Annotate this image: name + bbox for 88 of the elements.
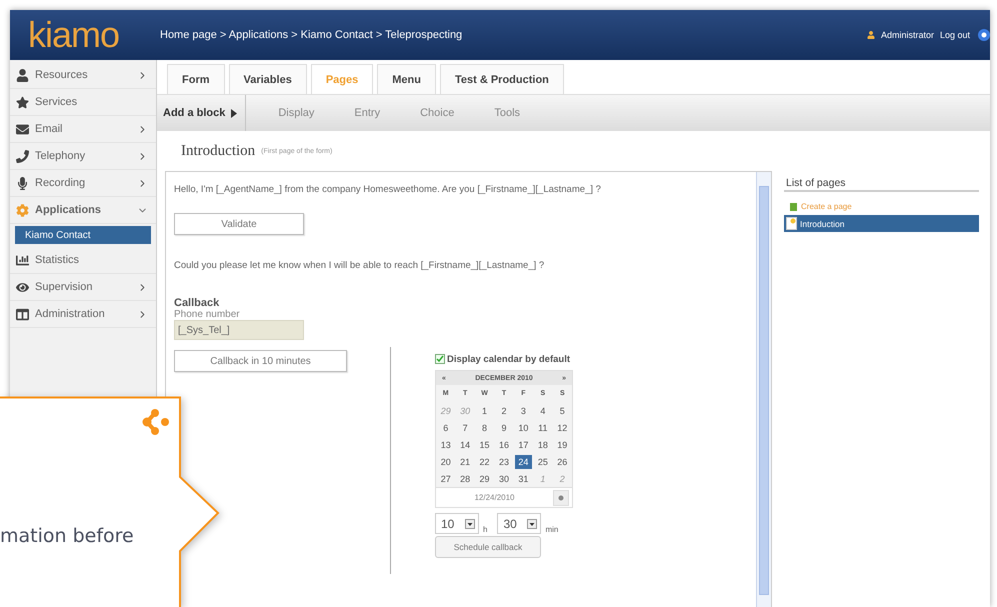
sidebar-item[interactable]: Administration (10, 301, 156, 328)
sidebar-item[interactable]: Services (10, 89, 156, 116)
calendar-day[interactable]: 20 (437, 454, 454, 468)
calendar-day[interactable]: 10 (514, 420, 532, 434)
calendar-day[interactable]: 21 (456, 454, 474, 468)
phone-label: Phone number (174, 309, 241, 320)
sidebar-item[interactable]: Supervision (10, 274, 156, 301)
validate-button[interactable]: Validate (174, 213, 304, 235)
selected-date: 12/24/2010 (473, 493, 516, 502)
logo: kiamo (28, 17, 120, 53)
sidebar-subitem[interactable]: Kiamo Contact (15, 226, 151, 244)
page-icon (786, 217, 797, 230)
schedule-button[interactable]: Schedule callback (435, 536, 541, 558)
calendar-day[interactable]: 23 (495, 454, 513, 468)
tab[interactable]: Test & Production (440, 64, 564, 94)
calendar-day[interactable]: 14 (456, 438, 474, 452)
page-icon (790, 202, 797, 210)
calendar-day[interactable]: 25 (534, 454, 552, 468)
calendar-day[interactable]: 31 (514, 472, 532, 486)
callout-text: mation before (0, 525, 134, 547)
sidebar-item[interactable]: Applications (10, 197, 156, 224)
menu-icon (16, 96, 29, 108)
calendar-day[interactable]: 16 (495, 438, 513, 452)
pages-heading: List of pages (784, 177, 979, 192)
caret-icon (231, 108, 238, 118)
calendar-day[interactable]: 9 (495, 420, 513, 434)
dropdown-icon (465, 518, 475, 528)
minute-select[interactable]: 30 (497, 513, 542, 534)
tab[interactable]: Form (167, 64, 224, 94)
sidebar-item[interactable]: Email (10, 116, 156, 143)
greeting-text: Hello, I'm [_AgentName_] from the company Homesweethome. Are you [_Firstname_][_Lastname_] ? (174, 184, 602, 195)
calendar-day[interactable]: 24 (514, 454, 532, 468)
calendar-day[interactable]: 27 (437, 472, 454, 486)
calendar-day[interactable]: 17 (514, 438, 532, 452)
page-title: Introduction (181, 142, 256, 160)
calendar-day[interactable]: 5 (554, 404, 571, 418)
menu-icon (16, 68, 29, 82)
calendar-day[interactable]: 1 (476, 404, 494, 418)
checkbox-label: Display calendar by default (447, 354, 570, 364)
menu-icon (16, 176, 29, 190)
sidebar-item[interactable]: Telephony (10, 143, 156, 170)
checkbox[interactable] (435, 354, 445, 364)
calendar-day[interactable]: 7 (456, 420, 474, 434)
user-icon (866, 31, 875, 39)
calendar-day[interactable]: 6 (437, 420, 454, 434)
user-name: Administrator (880, 30, 934, 40)
calendar-day[interactable]: 12 (554, 420, 571, 434)
tab[interactable]: Menu (377, 64, 436, 94)
share-icon (142, 408, 172, 438)
logout-link[interactable]: Log out (940, 30, 970, 40)
add-block-menu[interactable]: Add a block (157, 95, 246, 131)
calendar-day[interactable]: 4 (534, 404, 552, 418)
calendar-day[interactable]: 29 (476, 472, 494, 486)
sidebar-item[interactable]: Statistics (10, 247, 156, 274)
clear-icon[interactable] (553, 490, 569, 506)
check-icon (436, 355, 444, 363)
sidebar-item[interactable]: Recording (10, 170, 156, 197)
tab[interactable]: Variables (228, 64, 307, 94)
minute-unit: min (545, 525, 558, 534)
menu-icon (16, 204, 29, 216)
hour-unit: h (483, 525, 488, 534)
scrollbar[interactable] (756, 172, 771, 607)
phone-field[interactable]: [_Sys_Tel_] (174, 320, 304, 340)
menu-icon (16, 150, 29, 162)
menu-icon (16, 122, 29, 136)
menu-icon (16, 280, 29, 294)
dropdown-icon (527, 518, 538, 528)
menu-icon (16, 308, 29, 320)
calendar-day[interactable]: 8 (476, 420, 494, 434)
callback-heading: Callback (174, 297, 220, 309)
calendar-day[interactable]: 30 (495, 472, 513, 486)
calendar-day[interactable]: 15 (476, 438, 494, 452)
calendar-day[interactable]: 2 (495, 404, 513, 418)
calendar-day[interactable]: 3 (514, 404, 532, 418)
calendar-day[interactable]: 13 (437, 438, 454, 452)
question-text: Could you please let me know when I will be able to reach [_Firstname_][_Lastname_] ? (174, 260, 546, 271)
calendar-day[interactable]: 11 (534, 420, 552, 434)
menu-icon (16, 254, 29, 266)
sidebar-item[interactable]: Resources (10, 62, 156, 89)
breadcrumb[interactable]: Home page > Applications > Kiamo Contact > Teleprospecting (160, 29, 867, 41)
calendar-day[interactable]: 28 (456, 472, 474, 486)
callback-button[interactable]: Callback in 10 minutes (174, 350, 347, 372)
page-list-item[interactable]: Introduction (784, 215, 979, 232)
hour-select[interactable]: 10 (435, 513, 479, 534)
calendar-day[interactable]: 18 (534, 438, 552, 452)
calendar-day[interactable]: 26 (554, 454, 571, 468)
calendar-day[interactable]: 22 (476, 454, 494, 468)
calendar-day[interactable]: 19 (554, 438, 571, 452)
